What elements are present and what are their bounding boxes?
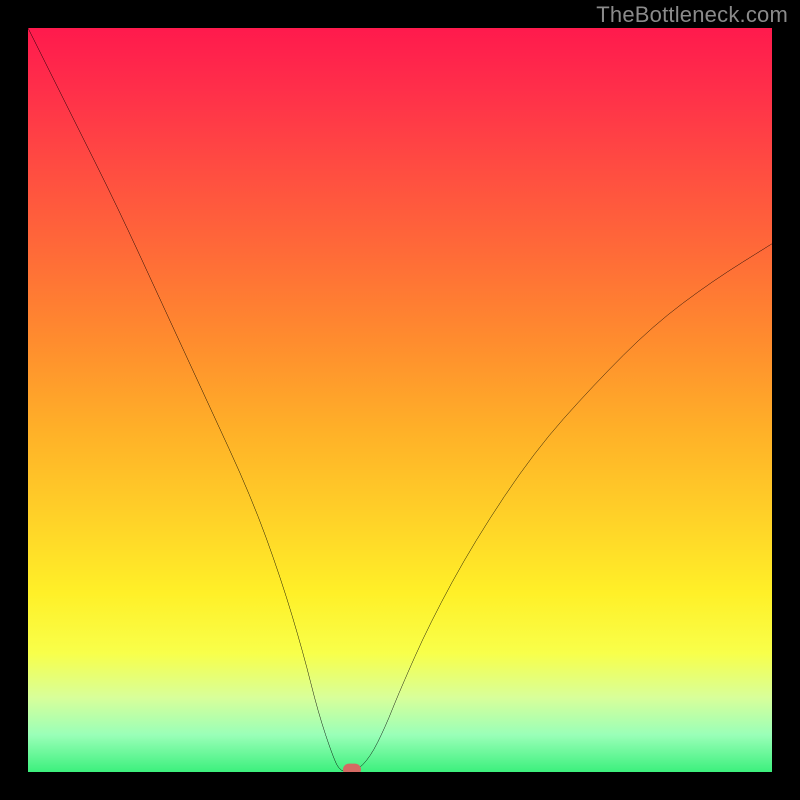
watermark-text: TheBottleneck.com	[596, 2, 788, 28]
chart-stage: TheBottleneck.com	[0, 0, 800, 800]
optimum-marker	[343, 764, 361, 772]
curve-path	[28, 28, 772, 772]
bottleneck-curve	[28, 28, 772, 772]
plot-area	[28, 28, 772, 772]
